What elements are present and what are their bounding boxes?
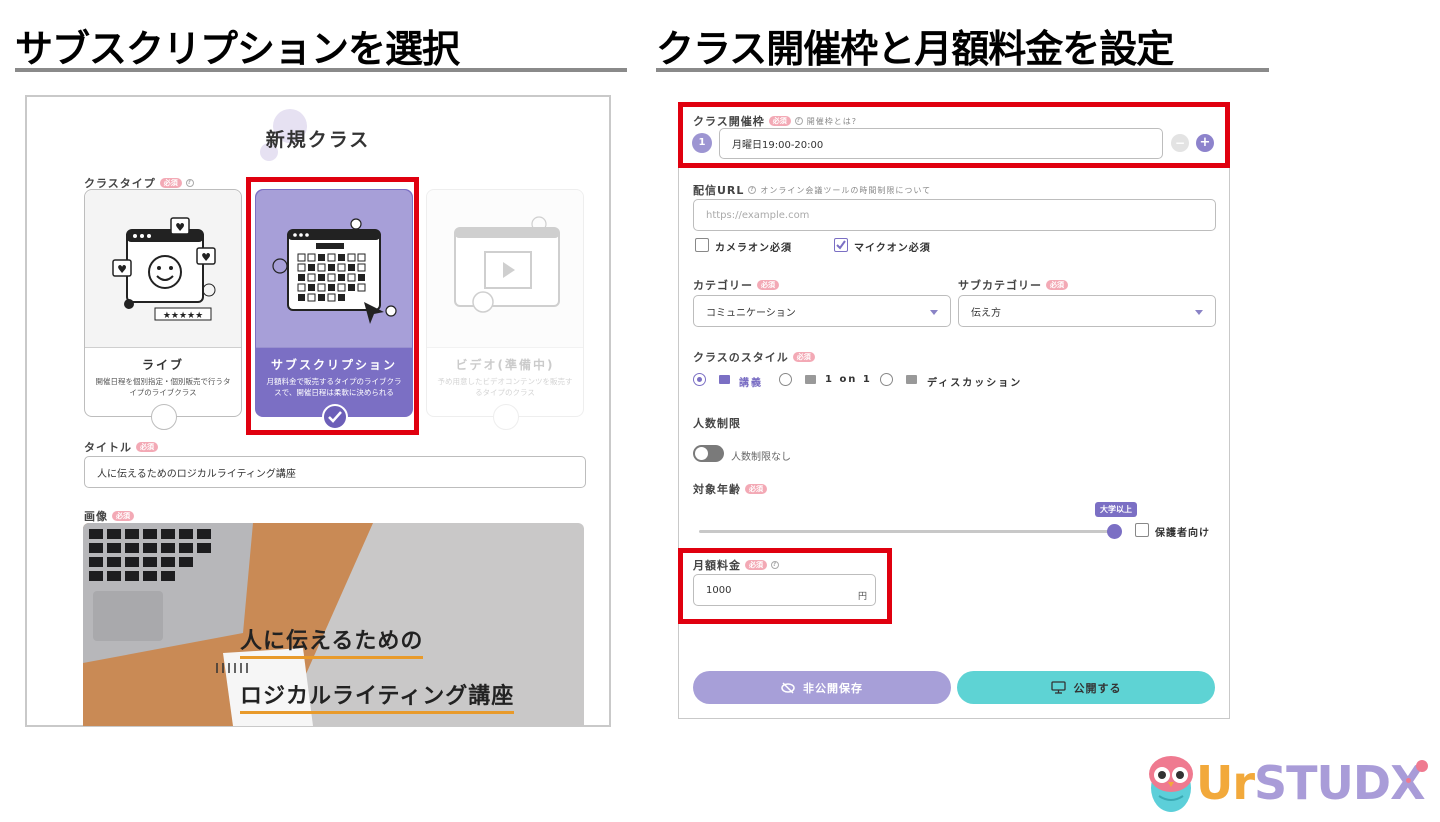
category-select-value: コミュニケーション bbox=[706, 307, 796, 319]
title-input[interactable]: 人に伝えるためのロジカルライティング講座 bbox=[84, 456, 586, 488]
owl-mascot-icon bbox=[1149, 756, 1193, 812]
guardian-label: 保護者向け bbox=[1155, 528, 1210, 539]
private-save-label: 非公開保存 bbox=[803, 681, 863, 695]
svg-text:♥: ♥ bbox=[117, 263, 127, 276]
category-label: カテゴリー 必須 bbox=[693, 277, 779, 293]
logo-ur: Ur bbox=[1196, 756, 1255, 810]
title-label: タイトル 必須 bbox=[84, 439, 158, 455]
chevron-down-icon bbox=[930, 310, 938, 315]
required-badge: 必須 bbox=[159, 178, 182, 188]
right-heading: クラス開催枠と月額料金を設定 bbox=[656, 27, 1174, 71]
url-input[interactable]: https://example.com bbox=[693, 199, 1216, 231]
eye-off-icon bbox=[781, 681, 795, 694]
video-illustration-svg bbox=[454, 216, 560, 313]
highlight-monthly-fee bbox=[678, 548, 892, 624]
logo-dot-pink bbox=[1416, 760, 1428, 772]
required-badge: 必須 bbox=[745, 484, 767, 494]
card-video-name: ビデオ(準備中) bbox=[455, 358, 555, 372]
style-label-text: クラスのスタイル bbox=[693, 351, 789, 364]
subcategory-label: サブカテゴリー 必須 bbox=[958, 277, 1068, 293]
category-label-text: カテゴリー bbox=[693, 279, 753, 292]
mic-required-label: マイクオン必須 bbox=[854, 243, 931, 254]
required-badge: 必須 bbox=[792, 352, 815, 362]
card-live-name: ライブ bbox=[141, 358, 184, 372]
highlight-subscription-card bbox=[246, 177, 419, 435]
image-label: 画像 必須 bbox=[84, 508, 134, 524]
capacity-toggle-label: 人数制限なし bbox=[731, 452, 791, 463]
image-label-text: 画像 bbox=[84, 510, 108, 523]
discussion-icon bbox=[906, 375, 917, 384]
right-heading-rule bbox=[656, 68, 1269, 72]
class-cover-image[interactable]: 人に伝えるための ロジカルライティング講座 bbox=[83, 523, 584, 726]
left-heading-rule bbox=[15, 68, 627, 72]
style-discussion-label: ディスカッション bbox=[927, 378, 1023, 389]
highlight-schedule-slot bbox=[678, 102, 1230, 168]
one-on-one-icon bbox=[805, 375, 816, 384]
subcategory-select-value: 伝え方 bbox=[971, 307, 1001, 319]
left-heading: サブスクリプションを選択 bbox=[15, 27, 460, 71]
url-help-link[interactable]: オンライン会議ツールの時間制限について bbox=[760, 185, 931, 196]
subcategory-label-text: サブカテゴリー bbox=[958, 279, 1042, 292]
svg-text:★★★★★: ★★★★★ bbox=[163, 311, 203, 321]
capacity-toggle[interactable] bbox=[693, 445, 724, 462]
publish-button[interactable]: 公開する bbox=[957, 671, 1215, 704]
logo-dot-small bbox=[1406, 778, 1411, 783]
class-settings-panel: クラス開催枠 必須 ? 開催枠とは? 1 月曜日19:00-20:00 − + … bbox=[678, 102, 1230, 719]
svg-text:♥: ♥ bbox=[175, 221, 185, 234]
category-select[interactable]: コミュニケーション bbox=[693, 295, 951, 327]
card-live-radio[interactable] bbox=[151, 404, 177, 430]
age-slider-track[interactable] bbox=[699, 530, 1115, 533]
title-label-text: タイトル bbox=[84, 441, 132, 454]
cover-title-line2: ロジカルライティング講座 bbox=[240, 678, 515, 714]
panel-title: 新規クラス bbox=[265, 129, 371, 151]
class-card-video: ビデオ(準備中) 予め用意したビデオコンテンツを販売するタイプのクラス bbox=[426, 189, 584, 430]
style-one-on-one-label: 1 on 1 bbox=[825, 374, 872, 385]
required-badge: 必須 bbox=[1046, 280, 1068, 290]
video-illustration bbox=[427, 190, 583, 348]
style-radio-discussion[interactable] bbox=[880, 373, 893, 386]
card-video-desc: 予め用意したビデオコンテンツを販売するタイプのクラス bbox=[437, 377, 573, 397]
cover-title-line1: 人に伝えるための bbox=[240, 623, 424, 659]
required-badge: 必須 bbox=[112, 511, 134, 521]
guardian-checkbox[interactable] bbox=[1135, 523, 1149, 537]
help-icon: ? bbox=[748, 186, 757, 194]
capacity-toggle-knob bbox=[695, 447, 708, 460]
url-label: 配信URL ? オンライン会議ツールの時間制限について bbox=[693, 182, 931, 198]
monitor-icon bbox=[1050, 681, 1066, 694]
card-live-desc: 開催日程を個別指定・個別販売で行うタイプのライブクラス bbox=[95, 377, 231, 397]
style-radio-lecture[interactable] bbox=[693, 373, 706, 386]
svg-text:♥: ♥ bbox=[201, 251, 211, 264]
camera-required-checkbox[interactable] bbox=[695, 238, 709, 252]
checkmark-icon bbox=[836, 240, 846, 250]
age-label-text: 対象年齢 bbox=[693, 483, 741, 496]
live-illustration-svg: ♥ ♥ ♥ ★★★★★ bbox=[112, 217, 216, 321]
required-badge: 必須 bbox=[136, 442, 158, 452]
capacity-label: 人数制限 bbox=[693, 417, 741, 430]
age-slider-thumb[interactable] bbox=[1107, 524, 1122, 539]
lecture-icon bbox=[719, 375, 730, 384]
camera-required-label: カメラオン必須 bbox=[715, 243, 792, 254]
required-badge: 必須 bbox=[757, 280, 779, 290]
private-save-button[interactable]: 非公開保存 bbox=[693, 671, 951, 704]
age-value-tooltip: 大学以上 bbox=[1095, 502, 1137, 517]
logo-studx: STUDX bbox=[1254, 756, 1426, 810]
logo-wordmark: UrSTUDX bbox=[1196, 756, 1426, 810]
live-illustration: ♥ ♥ ♥ ★★★★★ bbox=[85, 190, 241, 348]
help-icon[interactable]: ? bbox=[185, 179, 194, 187]
style-lecture-label: 講義 bbox=[739, 378, 763, 389]
class-card-live[interactable]: ♥ ♥ ♥ ★★★★★ ライブ 開催日程を個別指定・個別販売で行うタイプのライブ… bbox=[84, 189, 242, 430]
url-label-text: 配信URL bbox=[693, 184, 745, 197]
publish-label: 公開する bbox=[1073, 681, 1122, 695]
style-radio-one-on-one[interactable] bbox=[779, 373, 792, 386]
subcategory-select[interactable]: 伝え方 bbox=[958, 295, 1216, 327]
card-video-radio bbox=[493, 404, 519, 430]
age-label: 対象年齢 必須 bbox=[693, 481, 767, 497]
style-label: クラスのスタイル 必須 bbox=[693, 349, 815, 365]
mic-required-checkbox[interactable] bbox=[834, 238, 848, 252]
chevron-down-icon bbox=[1195, 310, 1203, 315]
